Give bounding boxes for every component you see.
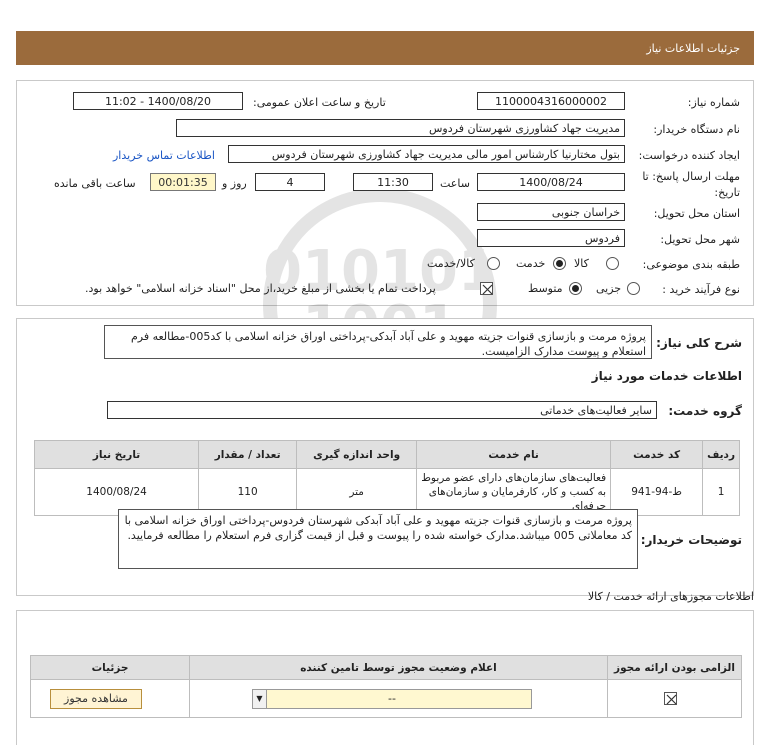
hour-label: ساعت <box>440 177 470 190</box>
th-permit-required: الزامی بودن ارائه مجوز <box>607 655 742 680</box>
deadline-label-1: مهلت ارسال پاسخ: تا <box>642 170 740 183</box>
announce-field: 1400/08/20 - 11:02 <box>73 92 243 110</box>
category-radio-service[interactable] <box>553 257 566 270</box>
category-option-goods-service: کالا/خدمت <box>427 257 475 270</box>
services-table-header: ردیف کد خدمت نام خدمت واحد اندازه گیری ت… <box>33 440 740 469</box>
process-radio-minor[interactable] <box>627 282 640 295</box>
summary-label: شرح کلی نیاز: <box>656 336 742 350</box>
remaining-label: ساعت باقی مانده <box>54 177 136 190</box>
category-label: طبقه بندی موضوعی: <box>642 258 740 271</box>
buyer-contact-link[interactable]: اطلاعات تماس خریدار <box>113 149 215 162</box>
buyer-notes-label: توضیحات خریدار: <box>640 533 742 547</box>
summary-text: پروژه مرمت و بازسازی قنوات جزیته مهوید و… <box>104 325 652 359</box>
process-label: نوع فرآیند خرید : <box>662 283 740 296</box>
buyer-notes-text: پروژه مرمت و بازسازی قنوات جزیته مهوید و… <box>118 509 638 569</box>
deadline-time-field: 11:30 <box>353 173 433 191</box>
creator-field: بتول مختارنیا کارشناس امور مالی مدیریت ج… <box>228 145 625 163</box>
category-radio-goods[interactable] <box>606 257 619 270</box>
th-name: نام خدمت <box>416 440 612 469</box>
province-field: خراسان جنوبی <box>477 203 625 221</box>
category-option-goods: کالا <box>574 257 589 270</box>
cell-row: 1 <box>702 468 740 516</box>
page-title: جزئیات اطلاعات نیاز <box>646 41 740 55</box>
th-permit-details: جزئیات <box>30 655 190 680</box>
need-info-panel <box>16 80 754 306</box>
permit-status-select[interactable]: ▼ -- <box>252 689 532 709</box>
city-label: شهر محل تحویل: <box>660 233 740 246</box>
need-number-field: 1100004316000002 <box>477 92 625 110</box>
need-number-label: شماره نیاز: <box>687 96 740 109</box>
permit-status-value: -- <box>388 692 396 705</box>
services-section-title: اطلاعات خدمات مورد نیاز <box>591 369 742 383</box>
city-field: فردوس <box>477 229 625 247</box>
process-radio-medium[interactable] <box>569 282 582 295</box>
permits-table-header: الزامی بودن ارائه مجوز اعلام وضعیت مجوز … <box>30 655 742 680</box>
province-label: استان محل تحویل: <box>653 207 740 220</box>
th-permit-status: اعلام وضعیت مجوز توسط تامین کننده <box>189 655 608 680</box>
category-radio-goods-service[interactable] <box>487 257 500 270</box>
checkbox-cross-icon <box>666 694 677 705</box>
chevron-down-icon: ▼ <box>253 690 267 708</box>
th-date: تاریخ نیاز <box>33 440 200 469</box>
permit-required-checkbox[interactable] <box>664 692 677 705</box>
th-qty: تعداد / مقدار <box>198 440 298 469</box>
process-option-medium: متوسط <box>528 282 563 295</box>
category-option-service: خدمت <box>516 257 546 270</box>
treasury-note: پرداخت تمام یا بخشی از مبلغ خرید،از محل … <box>85 282 436 295</box>
deadline-label-2: تاریخ: <box>714 186 740 199</box>
days-label: روز و <box>222 177 247 190</box>
buyer-org-label: نام دستگاه خریدار: <box>653 123 740 136</box>
buyer-org-field: مدیریت جهاد کشاورزی شهرستان فردوس <box>176 119 625 137</box>
page-header: جزئیات اطلاعات نیاز <box>16 31 754 65</box>
view-permit-button[interactable]: مشاهده مجوز <box>50 689 142 709</box>
announce-label: تاریخ و ساعت اعلان عمومی: <box>253 96 386 109</box>
th-row: ردیف <box>702 440 740 469</box>
days-field: 4 <box>255 173 325 191</box>
service-group-field: سایر فعالیت‌های خدماتی <box>107 401 657 419</box>
services-table: ردیف کد خدمت نام خدمت واحد اندازه گیری ت… <box>33 440 740 516</box>
remaining-time-field: 00:01:35 <box>150 173 216 191</box>
process-option-minor: جزیی <box>596 282 622 295</box>
checkbox-cross-icon <box>482 284 493 295</box>
th-unit: واحد اندازه گیری <box>296 440 418 469</box>
permits-section-title: اطلاعات مجوزهای ارائه خدمت / کالا <box>587 590 754 603</box>
deadline-date-field: 1400/08/24 <box>477 173 625 191</box>
treasury-checkbox[interactable] <box>480 282 493 295</box>
creator-label: ایجاد کننده درخواست: <box>638 149 740 162</box>
th-code: کد خدمت <box>610 440 704 469</box>
service-group-label: گروه خدمت: <box>668 404 742 418</box>
